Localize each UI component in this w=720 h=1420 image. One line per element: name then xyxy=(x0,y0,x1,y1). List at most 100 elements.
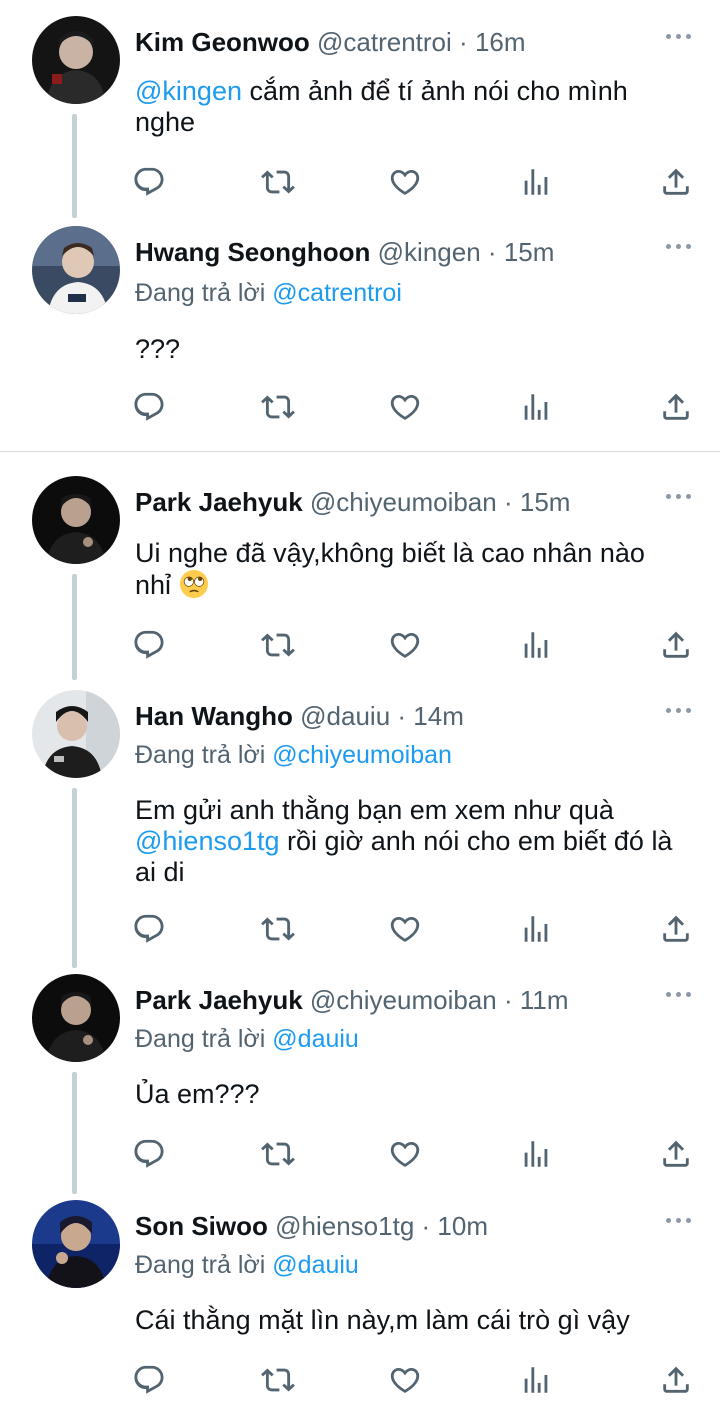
action-bar xyxy=(0,390,720,424)
user-handle[interactable]: @chiyeumoiban xyxy=(310,985,497,1015)
timestamp[interactable]: 16m xyxy=(475,27,526,57)
action-bar xyxy=(0,165,720,199)
reply-icon[interactable] xyxy=(132,1363,166,1397)
more-icon[interactable] xyxy=(666,494,692,502)
mention-link[interactable]: @kingen xyxy=(135,76,242,106)
views-icon[interactable] xyxy=(519,165,553,199)
reply-icon[interactable] xyxy=(132,165,166,199)
views-icon[interactable] xyxy=(519,1363,553,1397)
views-icon[interactable] xyxy=(519,912,553,946)
reply-mention-link[interactable]: @chiyeumoiban xyxy=(272,741,452,769)
retweet-icon[interactable] xyxy=(261,912,295,946)
separator-dot: · xyxy=(503,985,513,1015)
action-bar xyxy=(0,912,720,946)
retweet-icon[interactable] xyxy=(261,1363,295,1397)
replying-prefix: Đang trả lời xyxy=(135,279,273,307)
share-icon[interactable] xyxy=(659,1363,693,1397)
tweet-header: Park Jaehyuk @chiyeumoiban · 11m xyxy=(135,982,660,1018)
replying-prefix: Đang trả lời xyxy=(135,1025,273,1053)
avatar[interactable] xyxy=(32,16,120,104)
more-icon[interactable] xyxy=(666,1218,692,1226)
action-bar xyxy=(0,628,720,662)
display-name[interactable]: Park Jaehyuk xyxy=(135,985,303,1015)
share-icon[interactable] xyxy=(659,628,693,662)
separator-dot: · xyxy=(487,237,497,267)
reply-icon[interactable] xyxy=(132,390,166,424)
display-name[interactable]: Han Wangho xyxy=(135,701,293,731)
avatar[interactable] xyxy=(32,974,120,1062)
more-icon[interactable] xyxy=(666,708,692,716)
avatar[interactable] xyxy=(32,1200,120,1288)
timestamp[interactable]: 15m xyxy=(520,487,571,517)
reply-mention-link[interactable]: @catrentroi xyxy=(272,279,402,307)
more-icon[interactable] xyxy=(666,244,692,252)
separator-dot: · xyxy=(421,1211,431,1241)
like-icon[interactable] xyxy=(388,165,422,199)
tweet-header: Hwang Seonghoon @kingen · 15m xyxy=(135,234,660,270)
tweet-text: ??? xyxy=(135,334,181,364)
user-handle[interactable]: @catrentroi xyxy=(317,27,452,57)
tweet-text: Em gửi anh thằng bạn em xem như quà @hie… xyxy=(135,795,680,888)
timestamp[interactable]: 10m xyxy=(437,1211,488,1241)
display-name[interactable]: Kim Geonwoo xyxy=(135,27,310,57)
retweet-icon[interactable] xyxy=(261,165,295,199)
tweet-text-content: Ui nghe đã vậy,không biết là cao nhân nà… xyxy=(135,538,645,600)
replying-to: Đang trả lời @dauiu xyxy=(135,1022,359,1056)
share-icon[interactable] xyxy=(659,390,693,424)
reply-icon[interactable] xyxy=(132,628,166,662)
display-name[interactable]: Son Siwoo xyxy=(135,1211,268,1241)
reply-icon[interactable] xyxy=(132,912,166,946)
tweet-header: Kim Geonwoo @catrentroi · 16m xyxy=(135,24,660,60)
user-handle[interactable]: @chiyeumoiban xyxy=(310,487,497,517)
retweet-icon[interactable] xyxy=(261,628,295,662)
replying-to: Đang trả lời @catrentroi xyxy=(135,276,402,310)
like-icon[interactable] xyxy=(388,390,422,424)
reply-mention-link[interactable]: @dauiu xyxy=(272,1251,359,1279)
thread-line xyxy=(72,1072,77,1194)
tweet-text-content: Em gửi anh thằng bạn em xem như quà xyxy=(135,795,614,825)
user-handle[interactable]: @hienso1tg xyxy=(275,1211,414,1241)
more-icon[interactable] xyxy=(666,34,692,42)
replying-prefix: Đang trả lời xyxy=(135,741,273,769)
action-bar xyxy=(0,1137,720,1171)
display-name[interactable]: Park Jaehyuk xyxy=(135,487,303,517)
retweet-icon[interactable] xyxy=(261,1137,295,1171)
tweet-text: Ui nghe đã vậy,không biết là cao nhân nà… xyxy=(135,538,680,601)
timestamp[interactable]: 11m xyxy=(520,985,569,1015)
tweet-text: @kingen cắm ảnh để tí ảnh nói cho mình n… xyxy=(135,76,680,138)
avatar[interactable] xyxy=(32,476,120,564)
like-icon[interactable] xyxy=(388,628,422,662)
tweet-header: Park Jaehyuk @chiyeumoiban · 15m xyxy=(135,484,660,520)
user-handle[interactable]: @kingen xyxy=(378,237,481,267)
avatar[interactable] xyxy=(32,226,120,314)
share-icon[interactable] xyxy=(659,1137,693,1171)
thread-line xyxy=(72,574,77,680)
user-handle[interactable]: @dauiu xyxy=(300,701,390,731)
conversation-divider xyxy=(0,451,720,452)
reply-mention-link[interactable]: @dauiu xyxy=(272,1025,359,1053)
avatar[interactable] xyxy=(32,690,120,778)
replying-to: Đang trả lời @dauiu xyxy=(135,1248,359,1282)
like-icon[interactable] xyxy=(388,1363,422,1397)
eye-roll-emoji-icon xyxy=(179,569,208,599)
share-icon[interactable] xyxy=(659,912,693,946)
retweet-icon[interactable] xyxy=(261,390,295,424)
views-icon[interactable] xyxy=(519,390,553,424)
tweet-text: Cái thằng mặt lìn này,m làm cái trò gì v… xyxy=(135,1305,630,1335)
timestamp[interactable]: 15m xyxy=(504,237,555,267)
separator-dot: · xyxy=(503,487,513,517)
views-icon[interactable] xyxy=(519,1137,553,1171)
tweet-header: Son Siwoo @hienso1tg · 10m xyxy=(135,1208,660,1244)
replying-prefix: Đang trả lời xyxy=(135,1251,273,1279)
like-icon[interactable] xyxy=(388,1137,422,1171)
mention-link[interactable]: @hienso1tg xyxy=(135,826,280,856)
replying-to: Đang trả lời @chiyeumoiban xyxy=(135,738,452,772)
timestamp[interactable]: 14m xyxy=(413,701,464,731)
tweet-text: Ủa em??? xyxy=(135,1079,260,1109)
more-icon[interactable] xyxy=(666,992,692,1000)
display-name[interactable]: Hwang Seonghoon xyxy=(135,237,370,267)
share-icon[interactable] xyxy=(659,165,693,199)
like-icon[interactable] xyxy=(388,912,422,946)
views-icon[interactable] xyxy=(519,628,553,662)
reply-icon[interactable] xyxy=(132,1137,166,1171)
